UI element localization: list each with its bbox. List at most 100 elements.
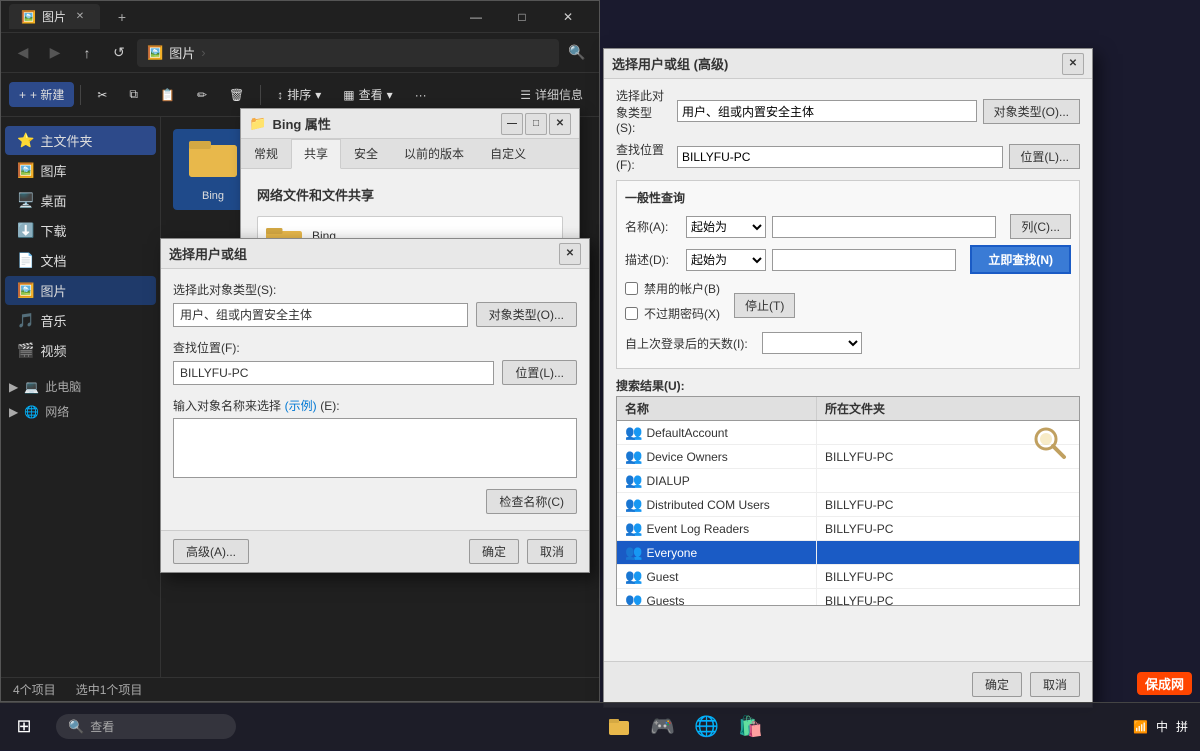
close-btn[interactable]: ✕ xyxy=(545,1,591,33)
results-table[interactable]: 名称 所在文件夹 👥 DefaultAccount 👥 Device Owner… xyxy=(616,396,1080,606)
tab-general[interactable]: 常规 xyxy=(241,139,291,168)
new-btn[interactable]: + + 新建 xyxy=(9,82,74,107)
sidebar-group-network[interactable]: ▶ 🌐 网络 xyxy=(1,399,160,424)
result-row[interactable]: 👥 Everyone xyxy=(617,541,1079,565)
result-row[interactable]: 👥 DIALUP xyxy=(617,469,1079,493)
sidebar-item-desktop[interactable]: 🖥️ 桌面 xyxy=(5,186,156,215)
small-ok-btn[interactable]: 确定 xyxy=(469,539,519,564)
select-user-close-btn[interactable]: ✕ xyxy=(559,243,581,265)
cut-btn[interactable]: ✂ xyxy=(87,84,117,106)
sort-btn[interactable]: ↕ 排序 ▾ xyxy=(267,82,331,107)
back-btn[interactable]: ◀ xyxy=(9,39,37,67)
sort-label: 排序 xyxy=(287,86,311,103)
rename-icon: ✏ xyxy=(197,88,207,102)
view-icon: ▦ xyxy=(343,88,354,102)
up-btn[interactable]: ↑ xyxy=(73,39,101,67)
check-name-btn[interactable]: 检查名称(C) xyxy=(486,489,577,514)
name-input[interactable] xyxy=(173,418,577,478)
explorer-tab[interactable]: 🖼️ 图片 ✕ xyxy=(9,4,100,29)
location-btn[interactable]: 位置(L)... xyxy=(502,360,577,385)
tab-security[interactable]: 安全 xyxy=(341,139,391,168)
result-row[interactable]: 👥 Guests BILLYFU-PC xyxy=(617,589,1079,606)
tab-custom[interactable]: 自定义 xyxy=(477,139,539,168)
result-row[interactable]: 👥 Event Log Readers BILLYFU-PC xyxy=(617,517,1079,541)
general-query-title: 一般性查询 xyxy=(625,189,1071,206)
no-expire-pwd-label: 不过期密码(X) xyxy=(644,305,720,322)
bing-maximize-btn[interactable]: □ xyxy=(525,113,547,135)
result-row[interactable]: 👥 Guest BILLYFU-PC xyxy=(617,565,1079,589)
no-expire-pwd-chk[interactable] xyxy=(625,307,638,320)
new-tab-btn[interactable]: + xyxy=(108,3,136,31)
advanced-btn[interactable]: 高级(A)... xyxy=(173,539,249,564)
taskbar-explorer-icon[interactable] xyxy=(603,711,635,743)
no-expire-pwd-checkbox[interactable]: 不过期密码(X) xyxy=(625,305,720,322)
list-cols-btn[interactable]: 列(C)... xyxy=(1010,214,1071,239)
taskbar-game-icon[interactable]: 🎮 xyxy=(647,711,679,743)
adv-location-input[interactable] xyxy=(677,146,1003,168)
more-btn[interactable]: ··· xyxy=(405,84,437,106)
sidebar-label-downloads: 下载 xyxy=(40,221,66,240)
sidebar-item-home[interactable]: ⭐ 主文件夹 xyxy=(5,126,156,155)
refresh-btn[interactable]: ↺ xyxy=(105,39,133,67)
address-bar[interactable]: 🖼️ 图片 › xyxy=(137,39,559,67)
small-cancel-btn[interactable]: 取消 xyxy=(527,539,577,564)
tab-previous[interactable]: 以前的版本 xyxy=(391,139,477,168)
search-now-btn[interactable]: 立即查找(N) xyxy=(970,245,1071,274)
rename-btn[interactable]: ✏ xyxy=(187,84,217,106)
result-folder: BILLYFU-PC xyxy=(817,591,1079,607)
maximize-btn[interactable]: □ xyxy=(499,1,545,33)
adv-cancel-btn[interactable]: 取消 xyxy=(1030,672,1080,697)
location-label: 查找位置(F): xyxy=(173,339,577,356)
adv-location-row: 查找位置(F): 位置(L)... xyxy=(616,141,1080,172)
taskbar-store-icon[interactable]: 🛍️ xyxy=(735,711,767,743)
start-button[interactable]: ⊞ xyxy=(0,703,48,751)
stop-btn-container: 停止(T) xyxy=(734,289,795,318)
name-condition-select[interactable]: 起始为 xyxy=(686,216,766,238)
adv-obj-type-input[interactable] xyxy=(677,100,977,122)
search-explorer-btn[interactable]: 🔍 xyxy=(563,39,591,67)
result-row[interactable]: 👥 Device Owners BILLYFU-PC xyxy=(617,445,1079,469)
address-icon: 🖼️ xyxy=(147,45,163,61)
name-query-input[interactable] xyxy=(772,216,996,238)
advanced-close-btn[interactable]: ✕ xyxy=(1062,53,1084,75)
desc-condition-select[interactable]: 起始为 xyxy=(686,249,766,271)
result-row[interactable]: 👥 DefaultAccount xyxy=(617,421,1079,445)
adv-obj-type-btn[interactable]: 对象类型(O)... xyxy=(983,99,1080,124)
result-row[interactable]: 👥 Distributed COM Users BILLYFU-PC xyxy=(617,493,1079,517)
detail-btn[interactable]: ☰ 详细信息 xyxy=(512,83,591,106)
sidebar-item-music[interactable]: 🎵 音乐 xyxy=(5,306,156,335)
days-since-select[interactable] xyxy=(762,332,862,354)
folder-label-bing: Bing xyxy=(202,190,224,202)
disabled-accounts-chk[interactable] xyxy=(625,282,638,295)
adv-location-btn[interactable]: 位置(L)... xyxy=(1009,144,1080,169)
object-type-btn[interactable]: 对象类型(O)... xyxy=(476,302,577,327)
sidebar-item-pictures[interactable]: 🖼️ 图片 xyxy=(5,276,156,305)
adv-ok-btn[interactable]: 确定 xyxy=(972,672,1022,697)
taskbar-search[interactable]: 🔍 查看 xyxy=(56,714,236,739)
explorer-statusbar: 4个项目 选中1个项目 xyxy=(1,677,599,701)
disabled-accounts-checkbox[interactable]: 禁用的帐户(B) xyxy=(625,280,720,297)
bing-minimize-btn[interactable]: — xyxy=(501,113,523,135)
sidebar-label-home: 主文件夹 xyxy=(40,131,92,150)
sidebar-group-thispc[interactable]: ▶ 💻 此电脑 xyxy=(1,374,160,399)
stop-btn[interactable]: 停止(T) xyxy=(734,293,795,318)
object-type-input[interactable] xyxy=(173,303,468,327)
forward-btn[interactable]: ▶ xyxy=(41,39,69,67)
paste-btn[interactable]: 📋 xyxy=(150,84,185,106)
sidebar-item-gallery[interactable]: 🖼️ 图库 xyxy=(5,156,156,185)
taskbar-edge-icon[interactable]: 🌐 xyxy=(691,711,723,743)
view-btn[interactable]: ▦ 查看 ▾ xyxy=(333,82,402,107)
close-tab-btn[interactable]: ✕ xyxy=(72,9,88,25)
location-input[interactable] xyxy=(173,361,494,385)
sidebar-item-videos[interactable]: 🎬 视频 xyxy=(5,336,156,365)
result-icon: 👥 xyxy=(625,472,642,489)
delete-btn[interactable]: 🗑 xyxy=(219,84,254,106)
tab-share[interactable]: 共享 xyxy=(291,139,341,169)
desc-query-input[interactable] xyxy=(772,249,956,271)
sidebar-item-downloads[interactable]: ⬇️ 下载 xyxy=(5,216,156,245)
copy-btn[interactable]: ⧉ xyxy=(119,83,148,106)
bing-close-btn[interactable]: ✕ xyxy=(549,113,571,135)
example-link[interactable]: (示例) xyxy=(285,399,317,413)
minimize-btn[interactable]: — xyxy=(453,1,499,33)
sidebar-item-documents[interactable]: 📄 文档 xyxy=(5,246,156,275)
